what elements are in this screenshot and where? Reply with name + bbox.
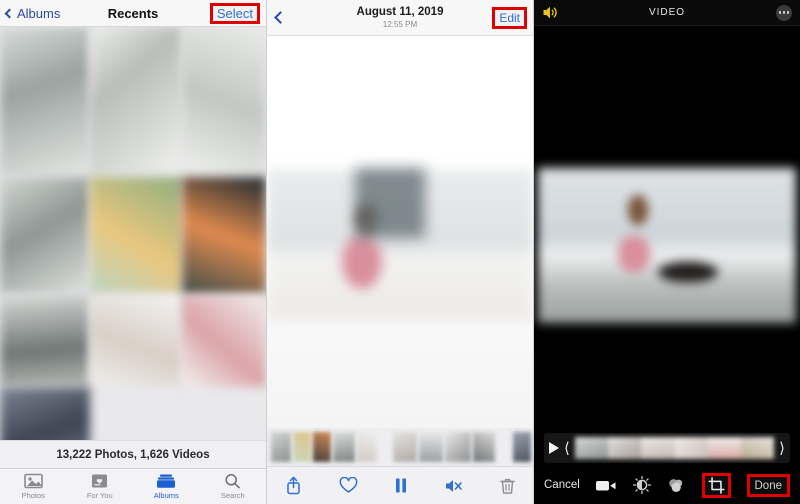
navigation-bar-photos: Albums Recents Select — [0, 0, 266, 27]
tab-bar: Photos For You Albums Search — [0, 468, 266, 504]
filmstrip-thumbnail[interactable] — [293, 432, 311, 462]
albums-icon — [157, 474, 176, 488]
trim-frame[interactable] — [707, 437, 741, 459]
search-icon — [225, 474, 241, 489]
grid-thumbnail[interactable] — [90, 295, 182, 387]
editor-toolbar: Cancel Done — [534, 466, 800, 504]
video-frame-detail — [355, 168, 425, 238]
filmstrip-thumbnail[interactable] — [473, 432, 495, 462]
trash-icon[interactable] — [500, 477, 515, 495]
tab-photos[interactable]: Photos — [3, 473, 63, 500]
filmstrip-thumbnail[interactable] — [513, 432, 531, 462]
video-stage[interactable] — [267, 37, 533, 430]
filmstrip-thumbnail[interactable] — [313, 432, 331, 462]
heart-icon[interactable] — [339, 477, 358, 494]
trim-bar-container: ⟨ ⟩ — [534, 430, 800, 466]
editor-tool-group — [595, 472, 732, 498]
editor-title: VIDEO — [648, 7, 686, 18]
tab-label-photos: Photos — [21, 491, 45, 500]
done-button[interactable]: Done — [755, 480, 783, 492]
share-icon[interactable] — [285, 476, 302, 495]
select-button[interactable]: Select — [217, 6, 253, 21]
tab-for-you[interactable]: For You — [70, 473, 130, 500]
trim-frame[interactable] — [574, 437, 609, 459]
photos-icon — [23, 473, 43, 489]
video-camera-icon[interactable] — [595, 478, 617, 493]
cancel-button[interactable]: Cancel — [544, 479, 580, 491]
tab-search[interactable]: Search — [203, 473, 263, 500]
trim-filmstrip[interactable] — [574, 437, 775, 459]
grid-thumbnail[interactable] — [90, 177, 182, 295]
grid-thumbnail[interactable] — [0, 295, 90, 387]
pause-icon[interactable] — [394, 477, 408, 494]
trim-handle-left[interactable]: ⟨ — [564, 441, 570, 456]
editor-video-frame[interactable] — [538, 168, 796, 323]
play-icon[interactable] — [549, 442, 559, 454]
navigation-bar-viewer: August 11, 2019 12:55 PM Edit — [267, 0, 533, 36]
grid-thumbnail[interactable] — [0, 177, 90, 295]
library-count-bar: 13,222 Photos, 1,626 Videos — [0, 440, 266, 468]
tab-label-search: Search — [220, 491, 245, 500]
crop-button-highlight — [702, 472, 732, 498]
filmstrip-thumbnail[interactable] — [393, 432, 417, 462]
frame-filmstrip[interactable] — [267, 428, 533, 466]
filmstrip-thumbnail[interactable] — [333, 432, 355, 462]
crop-icon[interactable] — [708, 476, 725, 494]
edit-button-highlight: Edit — [492, 6, 527, 29]
trim-frame[interactable] — [641, 437, 675, 459]
for-you-icon — [92, 474, 108, 488]
tab-albums[interactable]: Albums — [136, 473, 196, 500]
library-count-label: 13,222 Photos, 1,626 Videos — [56, 448, 210, 461]
tab-label-albums: Albums — [153, 491, 179, 500]
grid-thumbnail[interactable] — [182, 177, 266, 295]
trim-frame[interactable] — [740, 437, 775, 459]
grid-thumbnail[interactable] — [182, 27, 266, 177]
grid-thumbnail[interactable] — [90, 27, 182, 177]
done-button-highlight: Done — [746, 473, 790, 497]
trim-handle-right[interactable]: ⟩ — [779, 441, 785, 456]
select-button-highlight: Select — [209, 2, 260, 24]
grid-thumbnail[interactable] — [0, 27, 90, 177]
trim-frame[interactable] — [608, 437, 642, 459]
grid-thumbnail[interactable] — [182, 295, 266, 387]
video-editor-panel: VIDEO ⟨ ⟩ Cancel Done — [534, 0, 800, 504]
photo-grid[interactable] — [0, 27, 266, 467]
tab-label-for-you: For You — [86, 491, 113, 500]
video-viewer-panel: August 11, 2019 12:55 PM Edit — [266, 0, 534, 504]
filmstrip-thumbnail[interactable] — [445, 432, 471, 462]
trim-bar[interactable]: ⟨ ⟩ — [544, 433, 790, 463]
filmstrip-thumbnail[interactable] — [419, 432, 443, 462]
editor-video-stage[interactable] — [534, 26, 800, 398]
adjust-dial-icon[interactable] — [633, 476, 652, 494]
edit-button[interactable]: Edit — [499, 11, 520, 25]
navigation-bar-editor: VIDEO — [534, 0, 800, 26]
filters-icon[interactable] — [667, 477, 686, 493]
photos-library-panel: Albums Recents Select 13,222 Photos, 1,6… — [0, 0, 266, 504]
trim-frame[interactable] — [674, 437, 708, 459]
filmstrip-thumbnail[interactable] — [357, 432, 377, 462]
filmstrip-thumbnail[interactable] — [271, 432, 291, 462]
mute-icon[interactable] — [444, 478, 463, 494]
viewer-toolbar — [267, 466, 533, 504]
